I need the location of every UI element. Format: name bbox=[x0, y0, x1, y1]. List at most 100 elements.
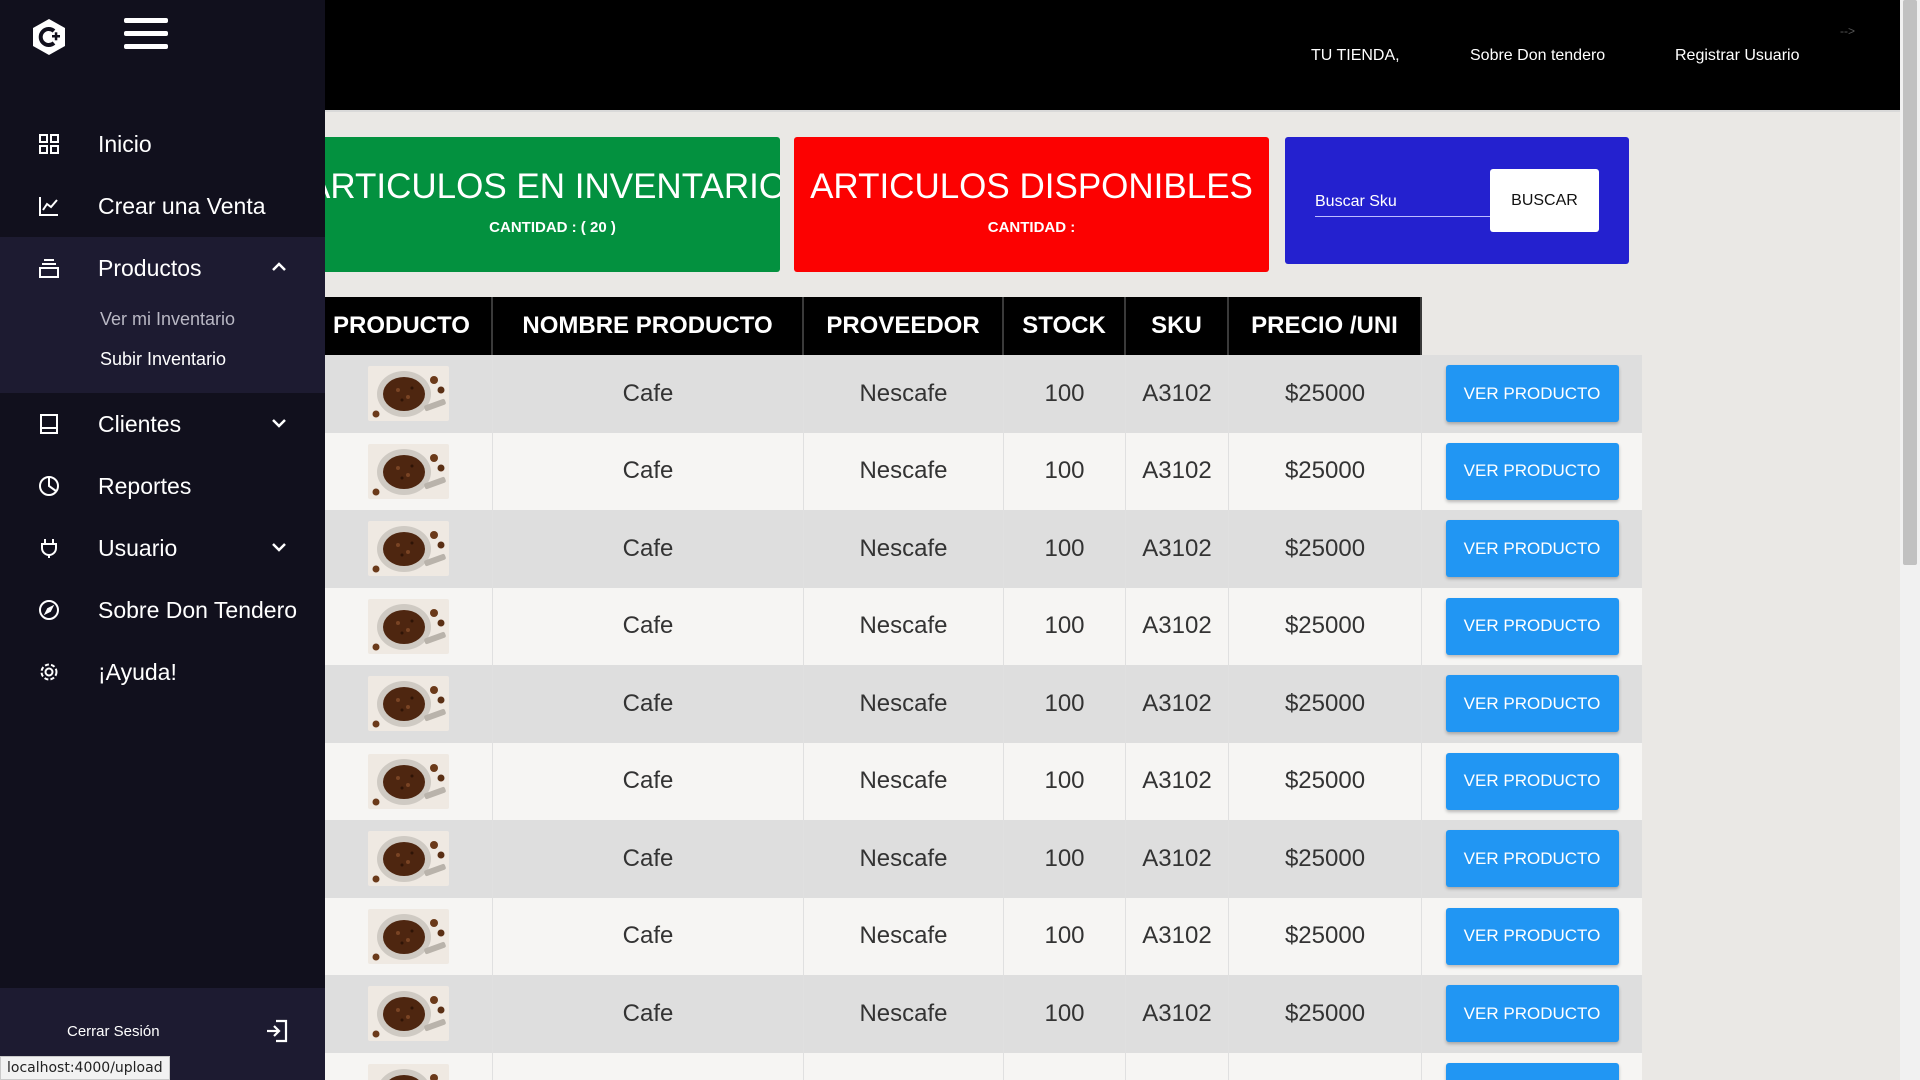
cell-actions: VER PRODUCTO bbox=[1422, 1053, 1642, 1080]
table-row: Cafe Nescafe 100 A3102 $25000 VER PRODUCTO bbox=[325, 355, 1642, 433]
sidebar-item-label: ¡Ayuda! bbox=[98, 658, 177, 685]
available-card: ARTICULOS DISPONIBLES CANTIDAD : bbox=[794, 137, 1269, 272]
sidebar: Inicio Crear una Venta Productos Ver mi … bbox=[0, 0, 325, 1080]
cell-actions: VER PRODUCTO bbox=[1422, 433, 1642, 511]
inventory-card: ARTICULOS EN INVENTARIO CANTIDAD : ( 20 … bbox=[325, 137, 780, 272]
cell-precio: $25000 bbox=[1229, 665, 1422, 743]
cell-nombre: Cafe bbox=[493, 355, 804, 433]
sidebar-item-crear-venta[interactable]: Crear una Venta bbox=[0, 175, 325, 237]
product-image-cell bbox=[325, 975, 493, 1053]
cell-proveedor: Nescafe bbox=[804, 510, 1004, 588]
header-proveedor: PROVEEDOR bbox=[804, 297, 1004, 355]
menu-toggle-icon[interactable] bbox=[124, 18, 168, 54]
view-product-button[interactable]: VER PRODUCTO bbox=[1445, 442, 1619, 500]
view-product-button[interactable]: VER PRODUCTO bbox=[1445, 597, 1619, 655]
table-body: Cafe Nescafe 100 A3102 $25000 VER PRODUCTO Caf… bbox=[325, 355, 1642, 1080]
nav-link-sobre-don-tendero[interactable]: Sobre Don tendero bbox=[1470, 47, 1605, 65]
sku-search-input[interactable] bbox=[1315, 187, 1490, 217]
plug-icon bbox=[35, 534, 63, 562]
view-product-button[interactable]: VER PRODUCTO bbox=[1445, 985, 1619, 1043]
view-product-button[interactable]: VER PRODUCTO bbox=[1445, 907, 1619, 965]
product-image bbox=[368, 443, 449, 499]
logo-icon[interactable] bbox=[30, 18, 68, 56]
cell-nombre bbox=[493, 1052, 804, 1080]
compass-icon bbox=[35, 596, 63, 624]
product-image-cell bbox=[325, 355, 493, 433]
product-image bbox=[368, 521, 449, 577]
cell-proveedor: Nescafe bbox=[804, 665, 1004, 743]
sidebar-item-inicio[interactable]: Inicio bbox=[0, 113, 325, 175]
nav-link-registrar-usuario[interactable]: Registrar Usuario bbox=[1675, 47, 1799, 65]
cell-sku: A3102 bbox=[1126, 432, 1229, 510]
cell-nombre: Cafe bbox=[493, 975, 804, 1053]
status-url-tooltip: localhost:4000/upload bbox=[0, 1056, 170, 1080]
submenu-ver-inventario[interactable]: Ver mi Inventario bbox=[100, 299, 325, 339]
cell-actions: VER PRODUCTO bbox=[1422, 665, 1642, 743]
sidebar-group-productos: Productos Ver mi Inventario Subir Invent… bbox=[0, 237, 325, 393]
cell-sku: A3102 bbox=[1126, 355, 1229, 433]
view-product-button[interactable]: VER PRODUCTO bbox=[1445, 675, 1619, 733]
table-row: Cafe Nescafe 100 A3102 $25000 VER PRODUCTO bbox=[325, 820, 1642, 898]
table-row: Cafe Nescafe 100 A3102 $25000 VER PRODUCTO bbox=[325, 665, 1642, 743]
table-row: Cafe Nescafe 100 A3102 $25000 VER PRODUCTO bbox=[325, 742, 1642, 820]
page-scrollbar[interactable] bbox=[1900, 0, 1920, 1080]
product-image-cell bbox=[325, 742, 493, 820]
cell-nombre: Cafe bbox=[493, 587, 804, 665]
product-image bbox=[368, 676, 449, 732]
productos-submenu: Ver mi Inventario Subir Inventario bbox=[0, 299, 325, 393]
gear-icon bbox=[35, 658, 63, 686]
view-product-button[interactable]: VER PRODUCTO bbox=[1445, 830, 1619, 888]
grid-icon bbox=[35, 130, 63, 158]
table-header: PRODUCTO NOMBRE PRODUCTO PROVEEDOR STOCK… bbox=[325, 297, 1642, 355]
book-icon bbox=[35, 410, 63, 438]
sidebar-item-ayuda[interactable]: ¡Ayuda! bbox=[0, 641, 325, 703]
cell-proveedor: Nescafe bbox=[804, 355, 1004, 433]
product-image bbox=[368, 831, 449, 887]
view-product-button[interactable]: VER PRODUCTO bbox=[1445, 1062, 1619, 1080]
sidebar-item-productos[interactable]: Productos bbox=[0, 237, 325, 299]
search-button[interactable]: BUSCAR bbox=[1490, 169, 1599, 232]
logout-icon[interactable] bbox=[264, 1018, 290, 1044]
header-precio: PRECIO /UNI bbox=[1229, 297, 1422, 355]
cell-precio: $25000 bbox=[1229, 820, 1422, 898]
top-navbar: TU TIENDA, Sobre Don tendero Registrar U… bbox=[325, 0, 1900, 112]
chevron-down-icon[interactable] bbox=[271, 415, 287, 431]
product-image bbox=[368, 366, 449, 422]
stray-comment-text: --> bbox=[1840, 24, 1855, 38]
sidebar-item-usuario[interactable]: Usuario bbox=[0, 517, 325, 579]
cell-precio: $25000 bbox=[1229, 587, 1422, 665]
submenu-subir-inventario[interactable]: Subir Inventario bbox=[100, 339, 325, 379]
view-product-button[interactable]: VER PRODUCTO bbox=[1445, 752, 1619, 810]
sidebar-item-sobre-don-tendero[interactable]: Sobre Don Tendero bbox=[0, 579, 325, 641]
header-actions bbox=[1422, 297, 1642, 355]
cell-proveedor bbox=[804, 1052, 1004, 1080]
table-row: Cafe Nescafe 100 A3102 $25000 VER PRODUCTO bbox=[325, 587, 1642, 666]
cell-actions: VER PRODUCTO bbox=[1422, 588, 1642, 666]
product-image bbox=[368, 908, 449, 964]
sidebar-item-label: Sobre Don Tendero bbox=[98, 596, 298, 623]
view-product-button[interactable]: VER PRODUCTO bbox=[1445, 365, 1619, 423]
chevron-down-icon[interactable] bbox=[271, 539, 287, 555]
chevron-up-icon[interactable] bbox=[271, 259, 287, 275]
nav-link-tu-tienda[interactable]: TU TIENDA, bbox=[1311, 47, 1400, 65]
sidebar-item-label: Clientes bbox=[98, 410, 182, 437]
cell-precio: $25000 bbox=[1229, 897, 1422, 975]
sidebar-item-label: Reportes bbox=[98, 472, 192, 499]
available-card-qty: CANTIDAD : bbox=[987, 219, 1076, 236]
inventory-card-qty: CANTIDAD : ( 20 ) bbox=[489, 219, 616, 236]
product-image-cell bbox=[325, 587, 493, 665]
product-image-cell bbox=[325, 510, 493, 588]
sidebar-item-reportes[interactable]: Reportes bbox=[0, 455, 325, 517]
header-nombre-producto: NOMBRE PRODUCTO bbox=[493, 297, 804, 355]
cell-actions: VER PRODUCTO bbox=[1422, 355, 1642, 433]
scrollbar-thumb[interactable] bbox=[1903, 0, 1917, 565]
cell-nombre: Cafe bbox=[493, 432, 804, 510]
cell-sku: A3102 bbox=[1126, 742, 1229, 820]
cell-sku: A3102 bbox=[1126, 587, 1229, 665]
sidebar-item-label: Inicio bbox=[98, 130, 152, 157]
sidebar-item-clientes[interactable]: Clientes bbox=[0, 393, 325, 455]
cell-actions: VER PRODUCTO bbox=[1422, 975, 1642, 1053]
cell-proveedor: Nescafe bbox=[804, 897, 1004, 975]
view-product-button[interactable]: VER PRODUCTO bbox=[1445, 520, 1619, 578]
cell-proveedor: Nescafe bbox=[804, 820, 1004, 898]
